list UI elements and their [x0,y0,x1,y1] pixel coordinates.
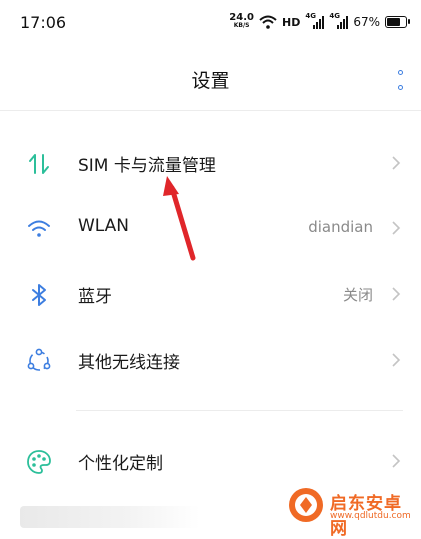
settings-item-wlan[interactable]: WLAN diandian [0,197,421,259]
signal-4g-label: 4G [305,12,316,20]
settings-item-label: 其他无线连接 [78,353,180,373]
wifi-icon [28,220,50,237]
page-title: 设置 [191,70,230,92]
settings-item-label: 蓝牙 [78,287,112,307]
section-divider [76,410,403,411]
watermark-url: www.qdlutdu.com [330,511,411,521]
more-vertical-icon-dot [397,85,403,90]
signal-icon-2: 4G [329,12,349,29]
blurred-content [20,506,200,528]
palette-icon [27,450,51,474]
sim-data-icon [29,154,49,174]
settings-item-sim[interactable]: SIM 卡与流量管理 [0,132,421,194]
signal-icon: 4G [305,12,325,29]
signal-4g-label-2: 4G [329,12,340,20]
settings-item-label: WLAN [78,216,130,236]
status-time: 17:06 [20,13,67,32]
settings-item-bluetooth[interactable]: 蓝牙 关闭 [0,263,421,325]
more-vertical-icon-dot [397,70,403,75]
battery-icon [385,16,410,28]
header: 设置 [0,44,421,110]
network-speed-value: 24.0 [229,12,254,23]
chevron-right-icon [392,287,401,301]
settings-item-value: 关闭 [342,286,373,304]
bluetooth-icon [32,284,46,306]
network-speed-unit: KB/S [233,22,250,29]
status-icons: 24.0 KB/S HD 4G 4G 67% [229,12,410,32]
settings-item-personalization[interactable]: 个性化定制 [0,430,421,492]
annotation-arrow [163,176,196,261]
watermark-logo-icon [289,488,323,522]
hd-indicator: HD [281,15,301,29]
chevron-right-icon [392,156,401,170]
header-divider [0,110,421,111]
site-watermark: 启东安卓网 www.qdlutdu.com [286,486,416,539]
chevron-right-icon [392,454,401,468]
settings-item-other-wireless[interactable]: 其他无线连接 [0,329,421,391]
wifi-status-icon [259,15,277,29]
network-speed: 24.0 KB/S [229,12,254,30]
wireless-connections-icon [27,348,51,371]
settings-item-label: 个性化定制 [78,454,163,474]
chevron-right-icon [392,353,401,367]
status-bar: 17:06 24.0 KB/S HD 4G 4G 67% [0,0,421,44]
settings-item-value: diandian [308,218,373,236]
battery-percent: 67% [353,15,380,29]
chevron-right-icon [392,221,401,235]
more-options-button[interactable] [395,70,405,90]
